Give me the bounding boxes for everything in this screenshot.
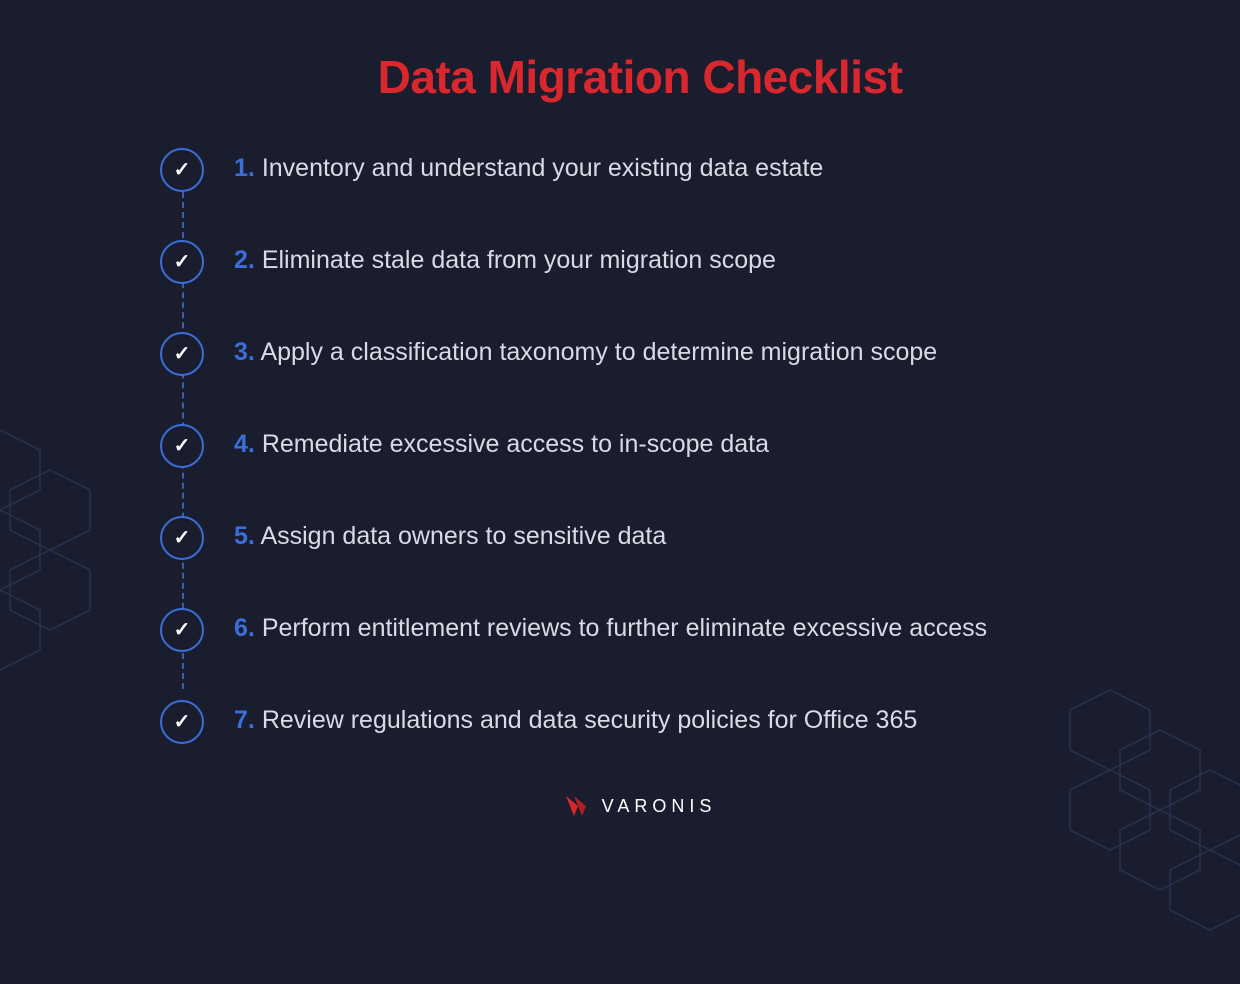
checklist-item: ✓ 5. Assign data owners to sensitive dat… bbox=[160, 520, 1120, 560]
checklist-item: ✓ 2. Eliminate stale data from your migr… bbox=[160, 244, 1120, 284]
check-circle-icon: ✓ bbox=[160, 240, 204, 284]
item-number: 2. bbox=[234, 246, 255, 274]
item-text: 7. Review regulations and data security … bbox=[234, 704, 917, 738]
check-circle-icon: ✓ bbox=[160, 608, 204, 652]
checkmark-icon: ✓ bbox=[174, 712, 191, 732]
checkmark-icon: ✓ bbox=[174, 620, 191, 640]
item-label: Remediate excessive access to in-scope d… bbox=[262, 430, 769, 458]
item-text: 5. Assign data owners to sensitive data bbox=[234, 520, 666, 554]
item-label: Inventory and understand your existing d… bbox=[262, 154, 823, 182]
logo-mark-icon bbox=[564, 794, 594, 818]
item-text: 2. Eliminate stale data from your migrat… bbox=[234, 244, 776, 278]
check-circle-icon: ✓ bbox=[160, 700, 204, 744]
checklist-item: ✓ 1. Inventory and understand your exist… bbox=[160, 152, 1120, 192]
brand-logo: VARONIS bbox=[564, 794, 717, 818]
item-number: 5. bbox=[234, 522, 255, 550]
content-container: Data Migration Checklist ✓ 1. Inventory … bbox=[0, 0, 1240, 863]
checklist-item: ✓ 7. Review regulations and data securit… bbox=[160, 704, 1120, 744]
item-label: Perform entitlement reviews to further e… bbox=[262, 614, 987, 642]
item-number: 3. bbox=[234, 338, 255, 366]
item-label: Apply a classification taxonomy to deter… bbox=[260, 338, 937, 366]
checkmark-icon: ✓ bbox=[174, 528, 191, 548]
checklist: ✓ 1. Inventory and understand your exist… bbox=[160, 152, 1120, 744]
check-circle-icon: ✓ bbox=[160, 516, 204, 560]
item-number: 1. bbox=[234, 154, 255, 182]
checklist-item: ✓ 3. Apply a classification taxonomy to … bbox=[160, 336, 1120, 376]
item-text: 1. Inventory and understand your existin… bbox=[234, 152, 823, 186]
page-title: Data Migration Checklist bbox=[160, 50, 1120, 104]
item-label: Eliminate stale data from your migration… bbox=[262, 246, 776, 274]
checkmark-icon: ✓ bbox=[174, 436, 191, 456]
check-circle-icon: ✓ bbox=[160, 424, 204, 468]
check-circle-icon: ✓ bbox=[160, 148, 204, 192]
item-label: Review regulations and data security pol… bbox=[262, 706, 917, 734]
item-number: 7. bbox=[234, 706, 255, 734]
checkmark-icon: ✓ bbox=[174, 344, 191, 364]
item-number: 6. bbox=[234, 614, 255, 642]
checklist-item: ✓ 4. Remediate excessive access to in-sc… bbox=[160, 428, 1120, 468]
checkmark-icon: ✓ bbox=[174, 160, 191, 180]
item-text: 6. Perform entitlement reviews to furthe… bbox=[234, 612, 987, 646]
footer: VARONIS bbox=[160, 794, 1120, 823]
item-number: 4. bbox=[234, 430, 255, 458]
item-text: 4. Remediate excessive access to in-scop… bbox=[234, 428, 769, 462]
item-text: 3. Apply a classification taxonomy to de… bbox=[234, 336, 937, 370]
checkmark-icon: ✓ bbox=[174, 252, 191, 272]
checklist-item: ✓ 6. Perform entitlement reviews to furt… bbox=[160, 612, 1120, 652]
item-label: Assign data owners to sensitive data bbox=[260, 522, 666, 550]
check-circle-icon: ✓ bbox=[160, 332, 204, 376]
brand-name: VARONIS bbox=[602, 796, 717, 817]
